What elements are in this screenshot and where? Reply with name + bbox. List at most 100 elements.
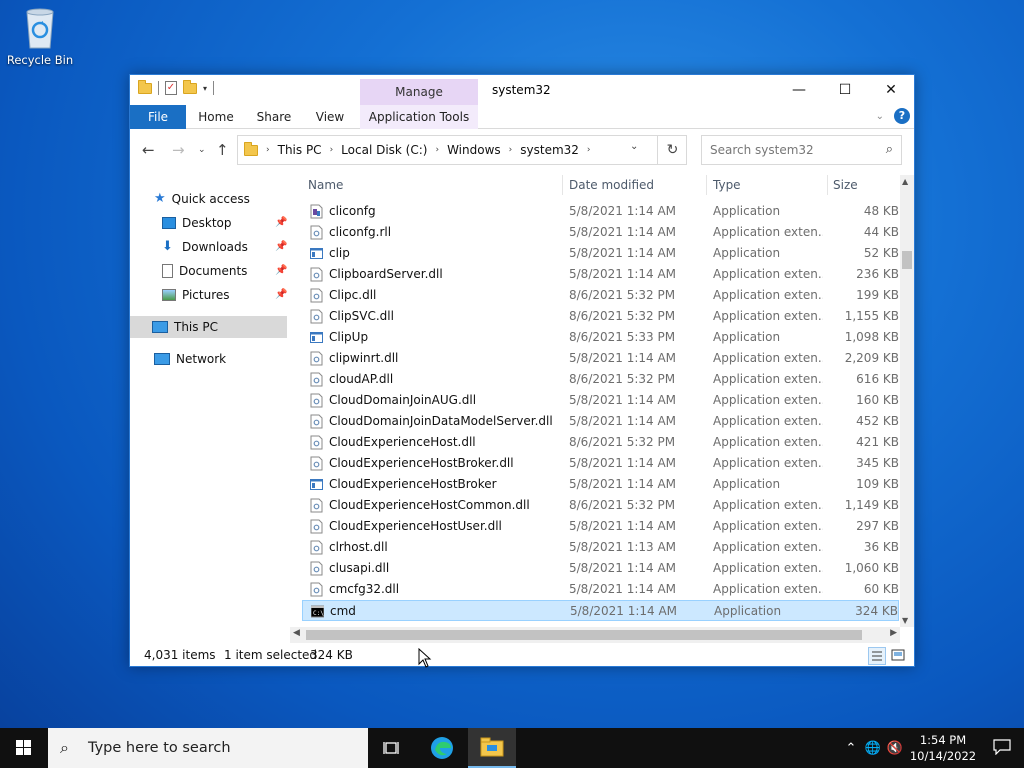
pin-icon[interactable]: 📌: [275, 241, 287, 252]
details-view-button[interactable]: [868, 647, 886, 665]
address-bar[interactable]: › This PC › Local Disk (C:) › Windows › …: [237, 135, 687, 165]
tab-application-tools[interactable]: Application Tools: [360, 105, 478, 129]
file-row[interactable]: CloudExperienceHostBroker.dll 5/8/2021 1:…: [302, 453, 899, 474]
large-icons-view-button[interactable]: [890, 647, 908, 665]
file-row[interactable]: CloudExperienceHostUser.dll 5/8/2021 1:14…: [302, 516, 899, 537]
properties-icon[interactable]: ✓: [165, 81, 177, 95]
horizontal-scrollbar[interactable]: ◀ ▶: [290, 627, 900, 643]
file-date: 5/8/2021 1:14 AM: [569, 456, 677, 470]
command-prompt-icon: C:\: [311, 605, 324, 618]
computer-icon: [152, 321, 168, 333]
file-size: 199 KB: [856, 288, 899, 302]
nav-item-this-pc[interactable]: This PC: [130, 316, 287, 338]
address-dropdown-icon[interactable]: ⌄: [630, 141, 638, 152]
taskbar-edge[interactable]: [418, 728, 466, 768]
breadcrumb-this-pc[interactable]: This PC: [278, 143, 322, 157]
refresh-icon[interactable]: ↻: [657, 135, 687, 165]
file-row[interactable]: C:\ cmd 5/8/2021 1:14 AM Application 324 KB: [302, 600, 899, 621]
pin-icon[interactable]: 📌: [275, 265, 287, 276]
up-arrow-icon[interactable]: ↑: [216, 141, 229, 159]
file-type: Application exten...: [713, 393, 823, 407]
customize-toolbar-icon[interactable]: ▾: [203, 84, 207, 93]
back-arrow-icon[interactable]: ←: [142, 141, 155, 159]
tab-home[interactable]: Home: [192, 105, 240, 129]
file-row[interactable]: Clipc.dll 8/6/2021 5:32 PM Application ext…: [302, 285, 899, 306]
scrollbar-thumb[interactable]: [306, 630, 862, 640]
file-row[interactable]: CloudExperienceHostCommon.dll 8/6/2021 5:…: [302, 495, 899, 516]
maximize-button[interactable]: ☐: [822, 75, 868, 105]
pin-icon[interactable]: 📌: [275, 217, 287, 228]
file-row[interactable]: cliconfg.rll 5/8/2021 1:14 AM Application …: [302, 222, 899, 243]
breadcrumb-system32[interactable]: system32: [520, 143, 579, 157]
nav-item-downloads[interactable]: ⬇ Downloads: [162, 236, 248, 258]
expand-ribbon-icon[interactable]: ⌄: [876, 111, 884, 122]
breadcrumb-separator-icon[interactable]: ›: [266, 145, 270, 155]
file-row[interactable]: cliconfg 5/8/2021 1:14 AM Application 48 KB: [302, 201, 899, 222]
file-name: ClipboardServer.dll: [329, 267, 443, 281]
file-row[interactable]: cmcfg32.dll 5/8/2021 1:14 AM Application e…: [302, 579, 899, 600]
file-row[interactable]: ClipSVC.dll 8/6/2021 5:32 PM Application e…: [302, 306, 899, 327]
file-row[interactable]: CloudExperienceHost.dll 8/6/2021 5:32 PM A…: [302, 432, 899, 453]
column-header-size[interactable]: Size: [833, 171, 858, 199]
pin-icon[interactable]: 📌: [275, 289, 287, 300]
start-button[interactable]: [0, 728, 48, 768]
help-icon[interactable]: ?: [894, 108, 910, 124]
file-row[interactable]: CloudDomainJoinDataModelServer.dll 5/8/20…: [302, 411, 899, 432]
file-name: clusapi.dll: [329, 561, 390, 575]
recycle-bin[interactable]: Recycle Bin: [4, 6, 76, 67]
forward-arrow-icon[interactable]: →: [172, 141, 185, 159]
file-row[interactable]: clipwinrt.dll 5/8/2021 1:14 AM Application…: [302, 348, 899, 369]
taskbar-search-input[interactable]: ⌕ Type here to search: [48, 728, 368, 768]
breadcrumb-separator-icon[interactable]: ›: [330, 145, 334, 155]
column-divider[interactable]: [562, 175, 563, 195]
taskbar-file-explorer[interactable]: [468, 728, 516, 768]
nav-item-quick-access[interactable]: ★ Quick access: [154, 188, 250, 210]
network-globe-icon[interactable]: 🌐: [862, 741, 884, 756]
task-view-button[interactable]: [368, 728, 416, 768]
file-row[interactable]: ClipboardServer.dll 5/8/2021 1:14 AM Appli…: [302, 264, 899, 285]
file-name: CloudDomainJoinAUG.dll: [329, 393, 477, 407]
tab-share[interactable]: Share: [250, 105, 298, 129]
file-row[interactable]: CloudDomainJoinAUG.dll 5/8/2021 1:14 AM Ap…: [302, 390, 899, 411]
nav-item-pictures[interactable]: Pictures: [162, 284, 230, 306]
nav-item-desktop[interactable]: Desktop: [162, 212, 232, 234]
tab-view[interactable]: View: [306, 105, 354, 129]
file-row[interactable]: clrhost.dll 5/8/2021 1:13 AM Application e…: [302, 537, 899, 558]
file-row[interactable]: CloudExperienceHostBroker 5/8/2021 1:14 A…: [302, 474, 899, 495]
clock[interactable]: 1:54 PM 10/14/2022: [906, 732, 980, 764]
minimize-button[interactable]: —: [776, 75, 822, 105]
scroll-up-icon[interactable]: ▲: [902, 177, 908, 186]
breadcrumb-separator-icon[interactable]: ›: [435, 145, 439, 155]
column-divider[interactable]: [706, 175, 707, 195]
manage-contextual-tab[interactable]: Manage: [360, 79, 478, 105]
scrollbar-thumb[interactable]: [902, 251, 912, 269]
show-hidden-icons-icon[interactable]: ⌃: [840, 741, 862, 756]
breadcrumb-windows[interactable]: Windows: [447, 143, 501, 157]
close-button[interactable]: ✕: [868, 75, 914, 105]
recent-locations-icon[interactable]: ⌄: [198, 145, 206, 155]
scroll-right-icon[interactable]: ▶: [890, 628, 897, 638]
column-divider[interactable]: [827, 175, 828, 195]
new-folder-icon[interactable]: [183, 79, 197, 94]
file-size: 44 KB: [863, 225, 899, 239]
column-header-date[interactable]: Date modified: [569, 171, 655, 199]
taskbar-search-placeholder: Type here to search: [88, 740, 231, 756]
volume-muted-icon[interactable]: 🔇: [884, 741, 906, 756]
action-center-button[interactable]: [980, 738, 1024, 758]
search-input[interactable]: Search system32 ⌕: [701, 135, 902, 165]
nav-item-network[interactable]: Network: [154, 348, 226, 370]
scroll-down-icon[interactable]: ▼: [902, 616, 908, 625]
file-row[interactable]: clip 5/8/2021 1:14 AM Application 52 KB: [302, 243, 899, 264]
scroll-left-icon[interactable]: ◀: [293, 628, 300, 638]
file-row[interactable]: clusapi.dll 5/8/2021 1:14 AM Application e…: [302, 558, 899, 579]
file-row[interactable]: cloudAP.dll 8/6/2021 5:32 PM Application e…: [302, 369, 899, 390]
breadcrumb-separator-icon[interactable]: ›: [587, 145, 591, 155]
nav-item-documents[interactable]: Documents: [162, 260, 247, 282]
file-row[interactable]: ClipUp 8/6/2021 5:33 PM Application 1,098 K…: [302, 327, 899, 348]
column-header-type[interactable]: Type: [713, 171, 741, 199]
tab-file[interactable]: File: [130, 105, 186, 129]
breadcrumb-local-disk[interactable]: Local Disk (C:): [341, 143, 427, 157]
breadcrumb-separator-icon[interactable]: ›: [509, 145, 513, 155]
column-header-name[interactable]: Name: [308, 171, 344, 199]
vertical-scrollbar[interactable]: ▲ ▼: [900, 175, 914, 627]
